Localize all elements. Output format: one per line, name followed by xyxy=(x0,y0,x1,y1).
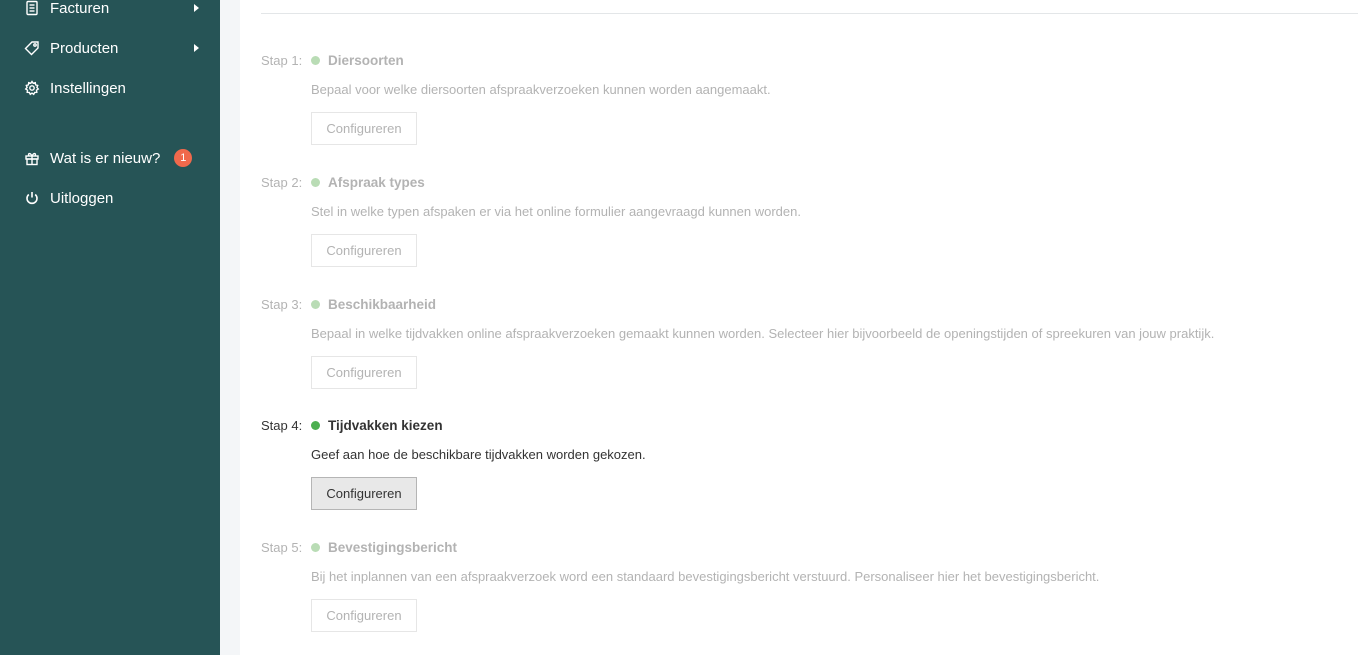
sidebar-item-uitloggen[interactable]: Uitloggen xyxy=(0,178,220,218)
notification-badge: 1 xyxy=(174,149,193,167)
status-dot xyxy=(311,177,320,187)
step-1: Stap 1: Diersoorten Bepaal voor welke di… xyxy=(261,50,1341,145)
step-3: Stap 3: Beschikbaarheid Bepaal in welke … xyxy=(261,294,1341,389)
invoice-icon xyxy=(24,0,40,16)
status-dot xyxy=(311,299,320,309)
sidebar-item-label: Producten xyxy=(50,39,119,57)
sidebar-item-label: Facturen xyxy=(50,0,110,17)
step-title: Afspraak types xyxy=(328,174,425,190)
step-number: Stap 2: xyxy=(261,174,303,190)
step-5: Stap 5: Bevestigingsbericht Bij het inpl… xyxy=(261,537,1341,632)
status-dot xyxy=(311,542,320,552)
status-dot xyxy=(311,55,320,65)
sidebar-item-label: Wat is er nieuw? xyxy=(50,149,161,167)
configure-button[interactable]: Configureren xyxy=(311,599,417,632)
step-title: Bevestigingsbericht xyxy=(328,539,458,555)
divider xyxy=(261,13,1358,14)
power-icon xyxy=(24,190,40,206)
sidebar-item-facturen[interactable]: Facturen xyxy=(0,0,220,28)
step-title: Diersoorten xyxy=(328,52,404,68)
step-description: Bepaal in welke tijdvakken online afspra… xyxy=(311,326,1215,341)
step-description: Geef aan hoe de beschikbare tijdvakken w… xyxy=(311,447,646,462)
step-number: Stap 1: xyxy=(261,52,303,68)
step-description: Bij het inplannen van een afspraakverzoe… xyxy=(311,569,1100,584)
gift-icon xyxy=(24,150,40,166)
step-number: Stap 4: xyxy=(261,417,303,433)
step-title: Tijdvakken kiezen xyxy=(328,417,443,433)
configure-button[interactable]: Configureren xyxy=(311,234,417,267)
sidebar-item-wat-is-er-nieuw[interactable]: Wat is er nieuw? 1 xyxy=(0,138,220,178)
step-description: Bepaal voor welke diersoorten afspraakve… xyxy=(311,82,771,97)
sidebar-item-producten[interactable]: Producten xyxy=(0,28,220,68)
step-number: Stap 3: xyxy=(261,296,303,312)
step-number: Stap 5: xyxy=(261,539,303,555)
main-content: Stap 1: Diersoorten Bepaal voor welke di… xyxy=(240,0,1358,655)
caret-right-icon xyxy=(194,44,199,52)
sidebar-item-instellingen[interactable]: Instellingen xyxy=(0,68,220,108)
gear-icon xyxy=(24,80,40,96)
step-title: Beschikbaarheid xyxy=(328,296,437,312)
step-2: Stap 2: Afspraak types Stel in welke typ… xyxy=(261,172,1341,267)
configure-button[interactable]: Configureren xyxy=(311,356,417,389)
configure-button[interactable]: Configureren xyxy=(311,112,417,145)
caret-right-icon xyxy=(194,4,199,12)
sidebar-item-label: Instellingen xyxy=(50,79,126,97)
step-description: Stel in welke typen afspaken er via het … xyxy=(311,204,801,219)
tag-icon xyxy=(24,40,40,56)
configure-button[interactable]: Configureren xyxy=(311,477,417,510)
status-dot xyxy=(311,420,320,430)
step-4: Stap 4: Tijdvakken kiezen Geef aan hoe d… xyxy=(261,415,1341,510)
sidebar-item-label: Uitloggen xyxy=(50,189,114,207)
sidebar: Facturen Producten Instellingen Wat is e… xyxy=(0,0,220,655)
